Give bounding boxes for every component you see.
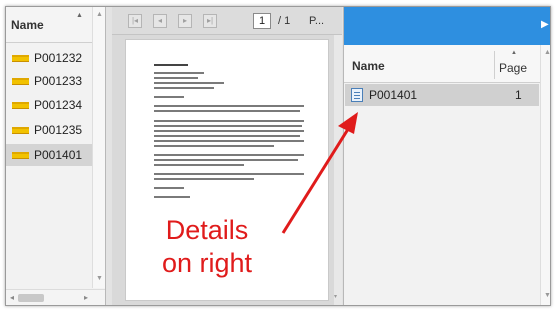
page-number-input[interactable]: 1: [253, 13, 271, 29]
first-page-button[interactable]: |◂: [128, 14, 142, 28]
doc-text-line: [154, 120, 304, 122]
column-divider[interactable]: [494, 51, 495, 79]
scroll-left-icon[interactable]: ◂: [10, 293, 14, 302]
scroll-up-icon[interactable]: ▲: [544, 49, 550, 56]
doc-text-line: [154, 105, 304, 107]
list-horizontal-scrollbar[interactable]: ◂ ▸: [6, 289, 105, 305]
scroll-up-icon[interactable]: ▲: [96, 11, 103, 18]
doc-text-line: [154, 64, 188, 66]
last-page-button[interactable]: ▸|: [203, 14, 217, 28]
doc-text-line: [154, 125, 302, 127]
page-column-header[interactable]: Page: [499, 61, 527, 75]
list-column-header[interactable]: Name ▲: [6, 7, 92, 43]
app-window: Name ▲ P001232 P001233 P001234 P001235 P…: [5, 6, 551, 306]
doc-text-line: [154, 82, 224, 84]
page-total: / 1: [278, 15, 291, 27]
doc-text-line: [154, 187, 184, 189]
document-icon: [12, 127, 29, 134]
doc-text-line: [154, 77, 198, 79]
doc-text-line: [154, 96, 184, 98]
doc-text-line: [154, 135, 300, 137]
doc-text-line: [154, 87, 214, 89]
list-item[interactable]: P001235: [6, 119, 92, 141]
list-vertical-scrollbar[interactable]: ▲ ▼: [92, 7, 105, 288]
viewer-toolbar: |◂ ◂ ▸ ▸| 1 / 1 P...: [112, 7, 342, 35]
list-item-selected[interactable]: P001401: [6, 144, 92, 166]
doc-text-line: [154, 164, 244, 166]
file-icon: [351, 88, 363, 102]
collapse-right-icon[interactable]: ▶: [541, 19, 549, 30]
scroll-down-icon[interactable]: ▾: [334, 293, 337, 300]
list-item-label: P001232: [34, 51, 83, 65]
list-item[interactable]: P001232: [6, 47, 92, 69]
details-column-header: Name ▲ Page: [344, 45, 550, 83]
details-panel-header-bar: ▶: [344, 7, 550, 45]
doc-text-line: [154, 110, 300, 112]
details-scrollbar[interactable]: ▲ ▼: [540, 45, 550, 305]
toolbar-overflow[interactable]: P...: [309, 15, 324, 27]
list-item[interactable]: P001233: [6, 70, 92, 92]
list-item-label: P001235: [34, 123, 83, 137]
list-item-label: P001233: [34, 74, 83, 88]
annotation-callout: Details on right: [162, 214, 252, 280]
annotation-line-2: on right: [162, 248, 253, 278]
doc-text-line: [154, 130, 304, 132]
doc-text-line: [154, 159, 298, 161]
document-icon: [12, 152, 29, 159]
doc-text-line: [154, 196, 190, 198]
doc-text-line: [154, 173, 304, 175]
document-icon: [12, 55, 29, 62]
annotation-line-1: Details: [165, 215, 249, 245]
name-column-label: Name: [11, 18, 44, 32]
scroll-down-icon[interactable]: ▼: [544, 292, 550, 299]
doc-text-line: [154, 145, 274, 147]
sort-up-icon[interactable]: ▲: [76, 12, 83, 19]
scrollbar-thumb[interactable]: [18, 294, 44, 302]
document-icon: [12, 78, 29, 85]
name-column-header[interactable]: Name: [352, 59, 385, 73]
scroll-down-icon[interactable]: ▼: [96, 275, 103, 282]
document-list-panel: Name ▲ P001232 P001233 P001234 P001235 P…: [6, 7, 106, 305]
doc-text-line: [154, 72, 204, 74]
list-item-label: P001234: [34, 98, 83, 112]
table-row[interactable]: P001401 1: [345, 84, 539, 106]
details-panel: ▶ Name ▲ Page P001401 1 ▲ ▼: [343, 7, 550, 305]
sort-up-icon[interactable]: ▲: [511, 50, 517, 56]
row-name: P001401: [369, 88, 418, 102]
scroll-right-icon[interactable]: ▸: [84, 293, 88, 302]
doc-text-line: [154, 140, 304, 142]
row-page: 1: [515, 88, 522, 102]
list-item[interactable]: P001234: [6, 94, 92, 116]
list-item-label: P001401: [34, 148, 83, 162]
doc-text-line: [154, 154, 304, 156]
doc-text-line: [154, 178, 254, 180]
viewer-scrollbar[interactable]: ▾: [334, 35, 342, 305]
next-page-button[interactable]: ▸: [178, 14, 192, 28]
document-icon: [12, 102, 29, 109]
prev-page-button[interactable]: ◂: [153, 14, 167, 28]
